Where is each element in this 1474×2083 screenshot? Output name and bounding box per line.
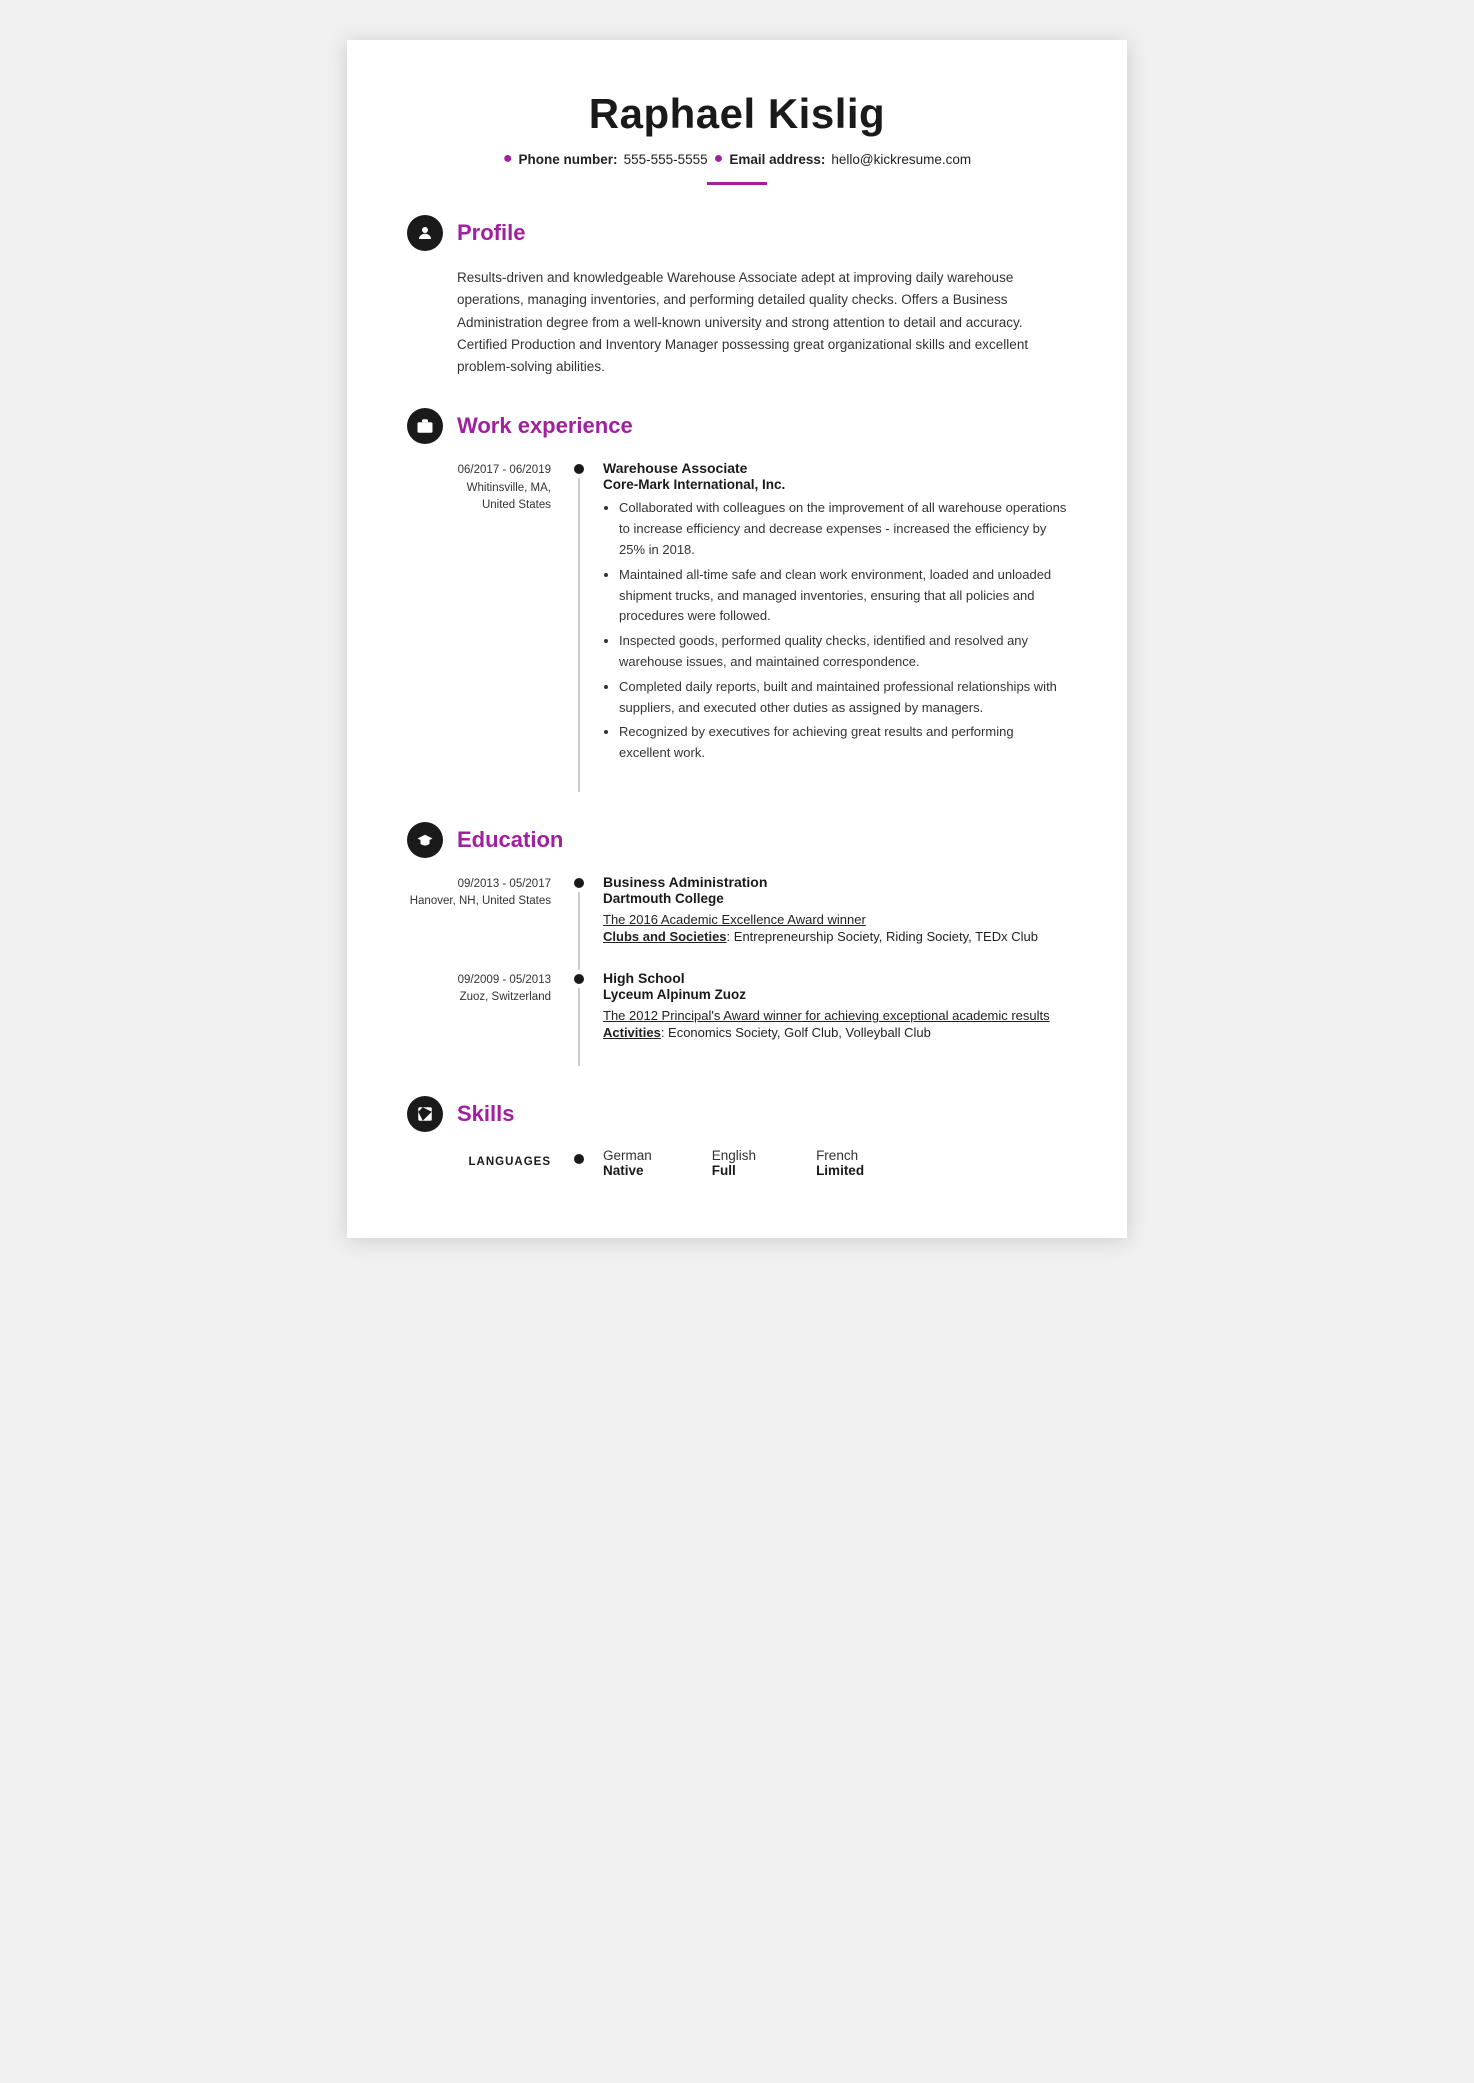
contact-info: ● Phone number: 555-555-5555 ● Email add… — [407, 150, 1067, 168]
edu-award-2: The 2012 Principal's Award winner for ac… — [603, 1008, 1067, 1023]
languages-label-cell: LANGUAGES — [407, 1148, 567, 1178]
edu-location-2: Zuoz, Switzerland — [407, 989, 551, 1006]
work-title: Work experience — [457, 413, 633, 439]
candidate-name: Raphael Kislig — [407, 90, 1067, 138]
edu-line-2 — [578, 988, 580, 1066]
lang-german: German Native — [603, 1148, 652, 1178]
work-entry-title: Warehouse Associate — [603, 460, 1067, 476]
email-value: hello@kickresume.com — [831, 152, 971, 167]
email-label: Email address: — [729, 152, 825, 167]
edu-timeline-center-2 — [567, 970, 591, 1066]
skills-section: Skills LANGUAGES German Native English F… — [407, 1096, 1067, 1178]
timeline-center — [567, 460, 591, 792]
edu-dot-1 — [574, 878, 584, 888]
phone-label: Phone number: — [519, 152, 618, 167]
edu-timeline-center-1 — [567, 874, 591, 970]
edu-entry-content-1: Business Administration Dartmouth Colleg… — [591, 874, 1067, 970]
dot-icon-2: ● — [714, 150, 724, 168]
skills-title: Skills — [457, 1101, 514, 1127]
profile-content: Results-driven and knowledgeable Warehou… — [407, 267, 1067, 378]
edu-degree-2: High School — [603, 970, 1067, 986]
lang-english-name: English — [712, 1148, 756, 1163]
work-date: 06/2017 - 06/2019 — [407, 462, 551, 479]
work-section-header: Work experience — [407, 408, 1067, 444]
skills-section-header: Skills — [407, 1096, 1067, 1132]
edu-school-1: Dartmouth College — [603, 891, 1067, 906]
work-bullets: Collaborated with colleagues on the impr… — [603, 498, 1067, 764]
clubs-label-2: Activities — [603, 1025, 661, 1040]
dot-icon: ● — [503, 150, 513, 168]
lang-german-name: German — [603, 1148, 652, 1163]
edu-dot-2 — [574, 974, 584, 984]
profile-icon — [407, 215, 443, 251]
education-section: Education 09/2013 - 05/2017 Hanover, NH,… — [407, 822, 1067, 1066]
work-entry-1: 06/2017 - 06/2019 Whitinsville, MA,Unite… — [407, 460, 1067, 792]
lang-english: English Full — [712, 1148, 756, 1178]
edu-entry-content-2: High School Lyceum Alpinum Zuoz The 2012… — [591, 970, 1067, 1066]
header-divider — [707, 182, 767, 185]
work-icon — [407, 408, 443, 444]
edu-clubs-1: Clubs and Societies: Entrepreneurship So… — [603, 929, 1067, 944]
edu-clubs-2: Activities: Economics Society, Golf Club… — [603, 1025, 1067, 1040]
bullet-4: Completed daily reports, built and maint… — [619, 677, 1067, 719]
bullet-2: Maintained all-time safe and clean work … — [619, 565, 1067, 627]
lang-french-level: Limited — [816, 1163, 864, 1178]
work-date-location: 06/2017 - 06/2019 Whitinsville, MA,Unite… — [407, 460, 567, 792]
work-entry-company: Core-Mark International, Inc. — [603, 477, 1067, 492]
edu-line-1 — [578, 892, 580, 970]
lang-english-level: Full — [712, 1163, 756, 1178]
resume-header: Raphael Kislig ● Phone number: 555-555-5… — [407, 90, 1067, 185]
education-title: Education — [457, 827, 563, 853]
clubs-label-1: Clubs and Societies — [603, 929, 727, 944]
edu-award-1: The 2016 Academic Excellence Award winne… — [603, 912, 1067, 927]
edu-entry-2: 09/2009 - 05/2013 Zuoz, Switzerland High… — [407, 970, 1067, 1066]
profile-section: Profile Results-driven and knowledgeable… — [407, 215, 1067, 378]
edu-date-2: 09/2009 - 05/2013 — [407, 972, 551, 989]
timeline-line — [578, 478, 580, 792]
skills-dot — [574, 1154, 584, 1164]
edu-location-1: Hanover, NH, United States — [407, 893, 551, 910]
languages-label: LANGUAGES — [469, 1156, 551, 1168]
phone-value: 555-555-5555 — [624, 152, 708, 167]
edu-school-2: Lyceum Alpinum Zuoz — [603, 987, 1067, 1002]
bullet-3: Inspected goods, performed quality check… — [619, 631, 1067, 673]
languages-row: LANGUAGES German Native English Full Fre… — [407, 1148, 1067, 1178]
edu-entry-1: 09/2013 - 05/2017 Hanover, NH, United St… — [407, 874, 1067, 970]
edu-degree-1: Business Administration — [603, 874, 1067, 890]
edu-date-1: 09/2013 - 05/2017 — [407, 876, 551, 893]
languages-list: German Native English Full French Limite… — [591, 1148, 1067, 1178]
work-location: Whitinsville, MA,United States — [407, 480, 551, 515]
work-section: Work experience 06/2017 - 06/2019 Whitin… — [407, 408, 1067, 792]
profile-section-header: Profile — [407, 215, 1067, 251]
profile-title: Profile — [457, 220, 525, 246]
skills-icon — [407, 1096, 443, 1132]
timeline-dot — [574, 464, 584, 474]
education-section-header: Education — [407, 822, 1067, 858]
education-icon — [407, 822, 443, 858]
bullet-1: Collaborated with colleagues on the impr… — [619, 498, 1067, 560]
edu-date-location-2: 09/2009 - 05/2013 Zuoz, Switzerland — [407, 970, 567, 1066]
edu-date-location-1: 09/2013 - 05/2017 Hanover, NH, United St… — [407, 874, 567, 970]
work-entry-content: Warehouse Associate Core-Mark Internatio… — [591, 460, 1067, 792]
skills-dot-center — [567, 1148, 591, 1178]
lang-french-name: French — [816, 1148, 864, 1163]
resume-page: Raphael Kislig ● Phone number: 555-555-5… — [347, 40, 1127, 1238]
lang-german-level: Native — [603, 1163, 652, 1178]
lang-french: French Limited — [816, 1148, 864, 1178]
bullet-5: Recognized by executives for achieving g… — [619, 722, 1067, 764]
